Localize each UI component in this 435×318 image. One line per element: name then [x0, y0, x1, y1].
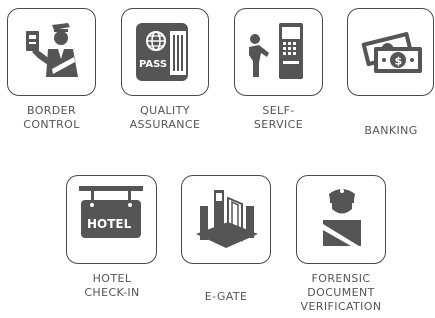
tile-banking[interactable]: $: [347, 8, 434, 96]
label-border-control: BORDER CONTROL: [23, 104, 80, 131]
label-hotel-check-in: HOTEL CHECK-IN: [84, 272, 140, 299]
tile-quality-assurance[interactable]: PASS: [121, 8, 209, 96]
label-quality-assurance: QUALITY ASSURANCE: [129, 104, 201, 131]
tile-hotel-check-in[interactable]: HOTEL: [66, 175, 157, 264]
label-self-service: SELF- SERVICE: [253, 104, 304, 131]
passport-icon: PASS: [136, 23, 188, 81]
tile-border-control[interactable]: [7, 8, 96, 96]
e-gate-icon: [196, 190, 258, 248]
label-e-gate: E-GATE: [204, 290, 248, 303]
label-forensic-document-verification: FORENSIC DOCUMENT VERIFICATION: [300, 272, 382, 313]
self-service-kiosk-icon: [249, 23, 303, 79]
border-officer-icon: [26, 23, 78, 77]
svg-text:$: $: [395, 55, 403, 68]
hotel-sign-icon: HOTEL: [79, 186, 143, 238]
officer-icon: [323, 189, 361, 246]
tile-e-gate[interactable]: [181, 175, 271, 264]
tile-forensic-document-verification[interactable]: [296, 175, 386, 264]
hotel-badge-text: HOTEL: [87, 217, 132, 231]
passport-badge-text: PASS: [139, 59, 167, 70]
label-banking: BANKING: [364, 124, 418, 137]
money-icon: $: [361, 32, 422, 73]
tile-self-service[interactable]: [234, 8, 323, 96]
